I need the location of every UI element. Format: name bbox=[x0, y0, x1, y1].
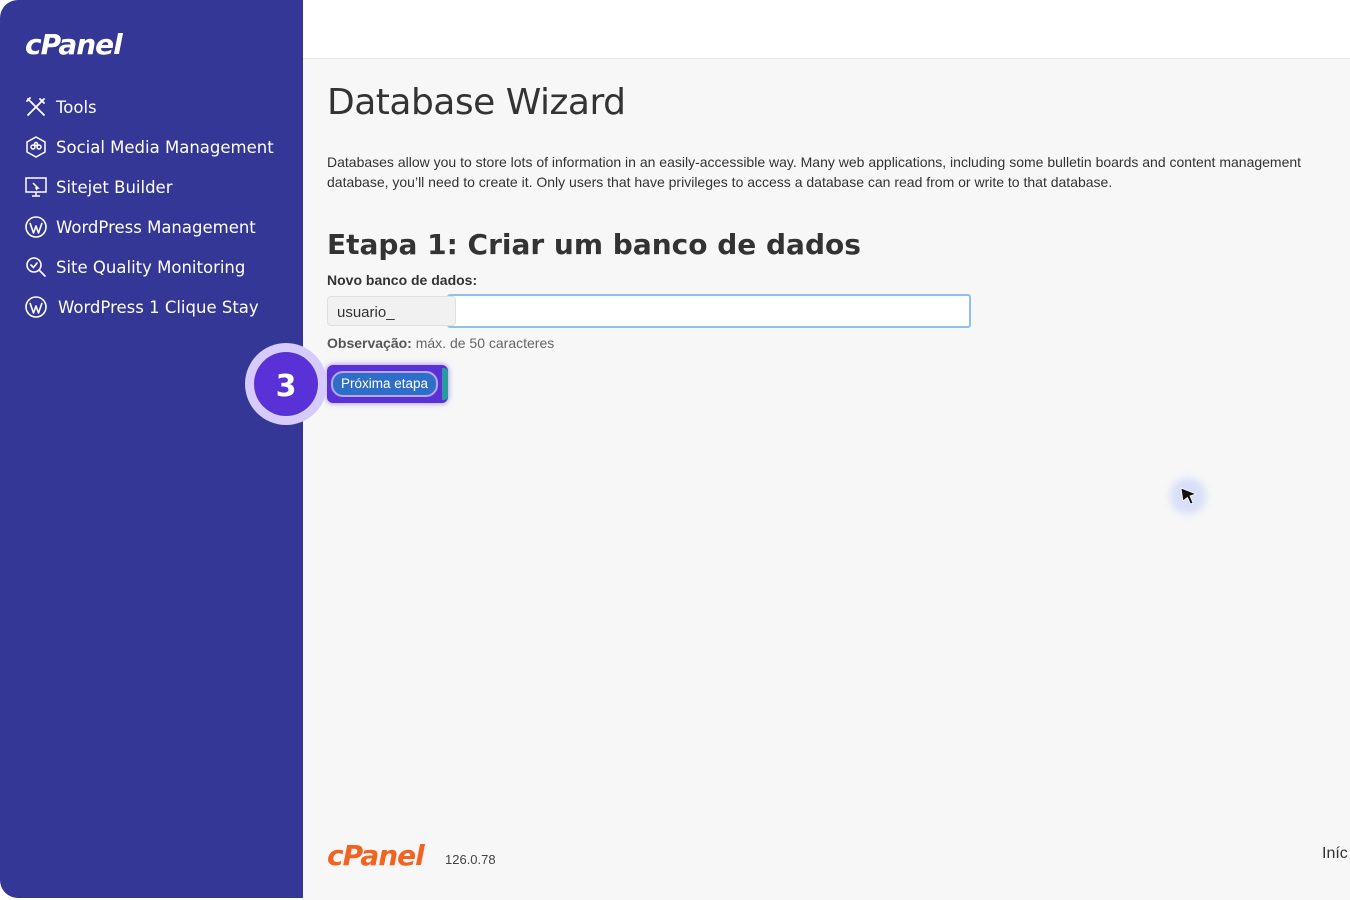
social-media-icon bbox=[24, 135, 48, 159]
sidebar-item-label: Site Quality Monitoring bbox=[56, 257, 246, 277]
footer-cpanel-logo: cPanel bbox=[327, 839, 425, 872]
wordpress-icon bbox=[24, 295, 48, 319]
note-label: Observação: bbox=[327, 335, 412, 351]
app-window: cPanel Tools Social Media Management Sit… bbox=[0, 0, 1350, 900]
tools-icon bbox=[24, 95, 48, 119]
database-name-input[interactable] bbox=[447, 294, 971, 328]
sidebar-item-label: Social Media Management bbox=[56, 137, 274, 157]
sidebar-item-sitejet[interactable]: Sitejet Builder bbox=[0, 167, 303, 207]
page-description: Databases allow you to store lots of inf… bbox=[327, 152, 1350, 192]
magnifier-check-icon bbox=[24, 255, 48, 279]
step-badge: 3 bbox=[245, 343, 327, 425]
cpanel-logo[interactable]: cPanel bbox=[25, 28, 123, 61]
new-database-label: Novo banco de dados: bbox=[327, 272, 478, 288]
sidebar-nav: Tools Social Media Management Sitejet Bu… bbox=[0, 87, 303, 327]
top-bar bbox=[303, 0, 1350, 59]
database-name-group: usuario_ bbox=[327, 294, 971, 328]
mouse-pointer-icon bbox=[1180, 487, 1198, 505]
sidebar-item-wordpress-management[interactable]: WordPress Management bbox=[0, 207, 303, 247]
field-note: Observação: máx. de 50 caracteres bbox=[327, 335, 554, 351]
database-prefix: usuario_ bbox=[327, 296, 456, 326]
sidebar-item-social-media[interactable]: Social Media Management bbox=[0, 127, 303, 167]
sidebar-item-site-quality[interactable]: Site Quality Monitoring bbox=[0, 247, 303, 287]
sidebar: cPanel Tools Social Media Management Sit… bbox=[0, 0, 303, 898]
sidebar-item-tools[interactable]: Tools bbox=[0, 87, 303, 127]
sidebar-item-wordpress-clique[interactable]: WordPress 1 Clique Stay bbox=[0, 287, 303, 327]
sidebar-item-label: Sitejet Builder bbox=[56, 177, 173, 197]
sidebar-item-label: WordPress Management bbox=[56, 217, 256, 237]
footer-home-link[interactable]: Iníc bbox=[1322, 845, 1348, 863]
version-label: 126.0.78 bbox=[445, 852, 496, 867]
step-number: 3 bbox=[254, 352, 318, 416]
sidebar-item-label: WordPress 1 Clique Stay bbox=[58, 297, 259, 317]
step-title: Etapa 1: Criar um banco de dados bbox=[327, 228, 861, 261]
page-title: Database Wizard bbox=[327, 82, 626, 123]
note-text: máx. de 50 caracteres bbox=[411, 335, 555, 351]
sidebar-item-label: Tools bbox=[56, 97, 97, 117]
description-line: database, you’ll need to create it. Only… bbox=[327, 174, 1113, 190]
next-step-highlight: Próxima etapa bbox=[327, 365, 448, 403]
wordpress-icon bbox=[24, 215, 48, 239]
description-line: Databases allow you to store lots of inf… bbox=[327, 154, 1302, 170]
monitor-icon bbox=[24, 175, 48, 199]
next-step-button[interactable]: Próxima etapa bbox=[331, 371, 438, 397]
